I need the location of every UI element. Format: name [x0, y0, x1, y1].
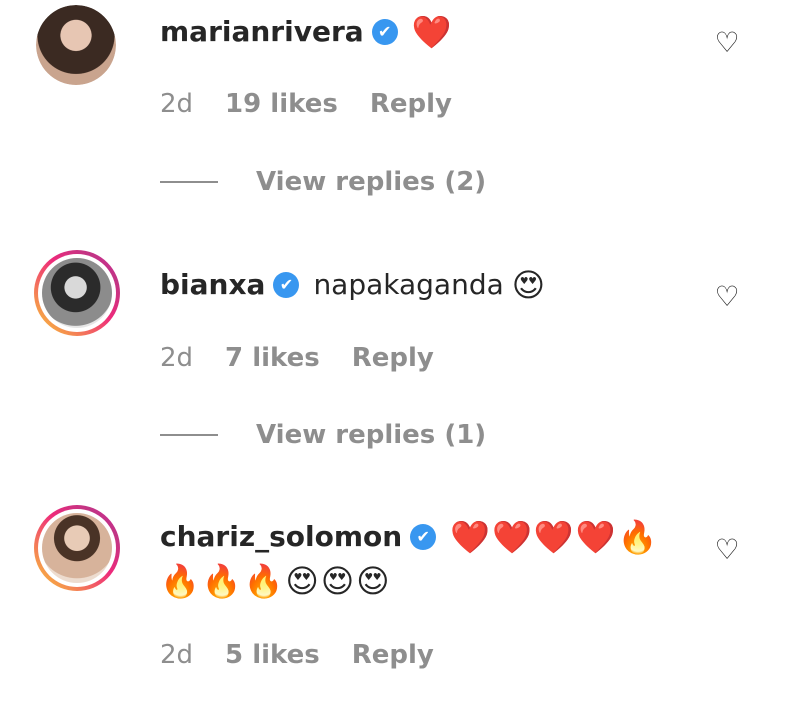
avatar-ring-inner: [38, 509, 116, 587]
view-replies-button[interactable]: View replies (2): [160, 167, 486, 197]
avatar[interactable]: [34, 505, 120, 591]
view-replies-label: View replies (1): [256, 420, 487, 450]
reply-button[interactable]: Reply: [352, 340, 434, 376]
verified-badge-icon: ✔: [410, 524, 437, 550]
comment-emojis-continued: 🔥🔥🔥😍😍😍: [160, 562, 392, 600]
like-heart-icon[interactable]: ♡: [712, 28, 742, 58]
avatar-photo: [42, 513, 112, 583]
comment-time: 2d: [160, 89, 194, 119]
comment-meta: 2d 7 likes Reply: [160, 340, 434, 376]
avatar[interactable]: [34, 250, 120, 336]
avatar[interactable]: [36, 5, 116, 85]
username[interactable]: chariz_solomon: [160, 515, 402, 559]
comment-time: 2d: [160, 343, 194, 373]
comment-meta: 2d 19 likes Reply: [160, 86, 452, 122]
like-heart-icon[interactable]: ♡: [712, 535, 742, 565]
comment-line: chariz_solomon ✔ ❤️❤️❤️❤️🔥: [160, 515, 680, 559]
view-replies-dash: [160, 181, 218, 183]
comment-meta: 2d 5 likes Reply: [160, 637, 434, 673]
comment-likes[interactable]: 19 likes: [225, 86, 338, 122]
username[interactable]: bianxa: [160, 263, 265, 307]
username[interactable]: marianrivera: [160, 10, 364, 54]
avatar-ring-inner: [38, 254, 116, 332]
verified-badge-icon: ✔: [273, 272, 300, 298]
comment-text: napakaganda: [313, 268, 504, 301]
view-replies-button[interactable]: View replies (1): [160, 420, 486, 450]
comment-likes[interactable]: 5 likes: [225, 637, 320, 673]
avatar-photo: [36, 5, 116, 85]
reply-button[interactable]: Reply: [352, 637, 434, 673]
reply-button[interactable]: Reply: [370, 86, 452, 122]
comment-line: marianrivera ✔ ❤️: [160, 10, 680, 54]
comment-emojis: 😍: [511, 266, 548, 304]
comment-emojis: ❤️❤️❤️❤️🔥: [450, 518, 660, 556]
like-heart-icon[interactable]: ♡: [712, 282, 742, 312]
comment-likes[interactable]: 7 likes: [225, 340, 320, 376]
view-replies-dash: [160, 434, 218, 436]
view-replies-label: View replies (2): [256, 167, 487, 197]
comment-time: 2d: [160, 640, 194, 670]
avatar-photo: [42, 258, 112, 328]
comment-line: bianxa ✔ napakaganda 😍: [160, 263, 680, 307]
verified-badge-icon: ✔: [371, 19, 398, 45]
comment-emojis: ❤️: [411, 13, 454, 51]
